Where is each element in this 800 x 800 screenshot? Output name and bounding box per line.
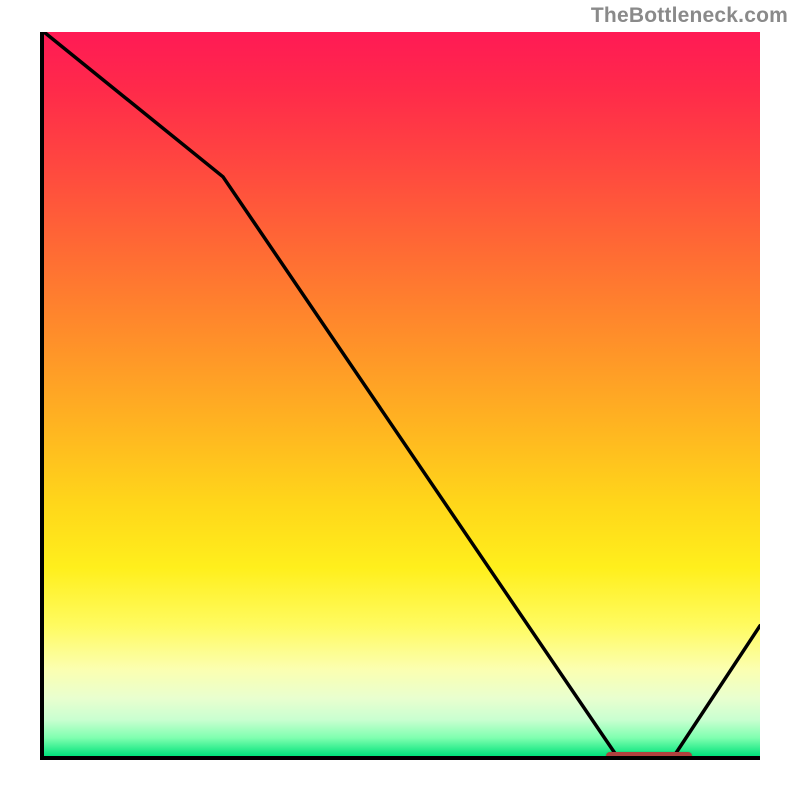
chart-highlight-marker [606, 752, 692, 760]
chart-line-series [44, 32, 760, 756]
chart-plot-area [40, 32, 760, 760]
attribution-text: TheBottleneck.com [591, 4, 788, 28]
